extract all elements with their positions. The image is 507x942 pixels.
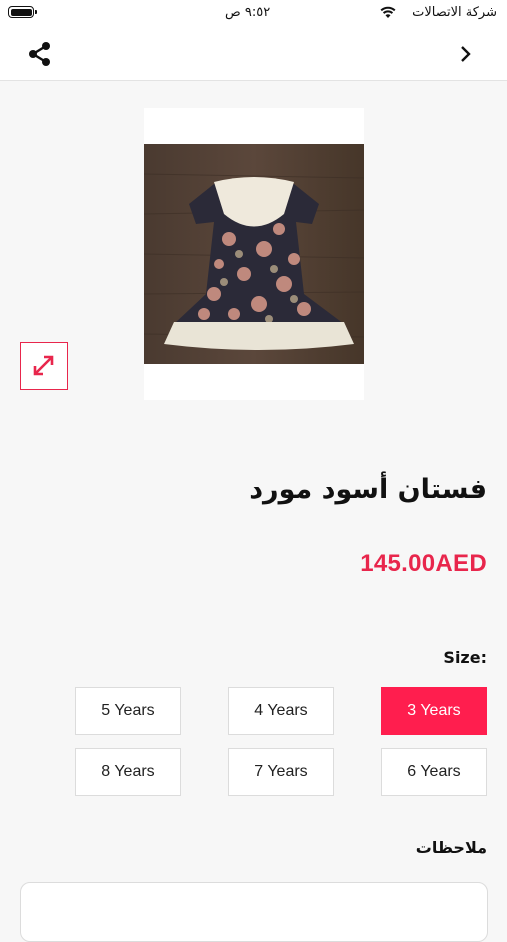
notes-input[interactable] [20, 882, 488, 942]
back-chevron-icon[interactable] [459, 42, 473, 66]
product-image[interactable] [144, 144, 364, 364]
wifi-icon [380, 6, 396, 18]
product-price: 145.00AED [360, 550, 487, 577]
product-image-container[interactable] [144, 108, 364, 400]
status-bar: ٩:٥٢ ص شركة الاتصالات [0, 0, 507, 28]
size-option-6-years[interactable]: 6 Years [381, 748, 487, 796]
size-option-5-years[interactable]: 5 Years [75, 687, 181, 735]
share-icon[interactable] [26, 40, 54, 68]
expand-icon [33, 355, 54, 376]
expand-image-button[interactable] [20, 342, 68, 390]
size-option-3-years[interactable]: 3 Years [381, 687, 487, 735]
battery-icon [8, 6, 37, 18]
status-time: ٩:٥٢ ص [225, 5, 271, 20]
size-option-8-years[interactable]: 8 Years [75, 748, 181, 796]
nav-bar [0, 28, 507, 81]
carrier-name: شركة الاتصالات [412, 5, 497, 20]
size-option-4-years[interactable]: 4 Years [228, 687, 334, 735]
notes-label: ملاحظات [415, 838, 487, 857]
product-title: فستان أسود مورد [249, 474, 487, 505]
size-label: Size: [443, 648, 487, 667]
size-option-7-years[interactable]: 7 Years [228, 748, 334, 796]
